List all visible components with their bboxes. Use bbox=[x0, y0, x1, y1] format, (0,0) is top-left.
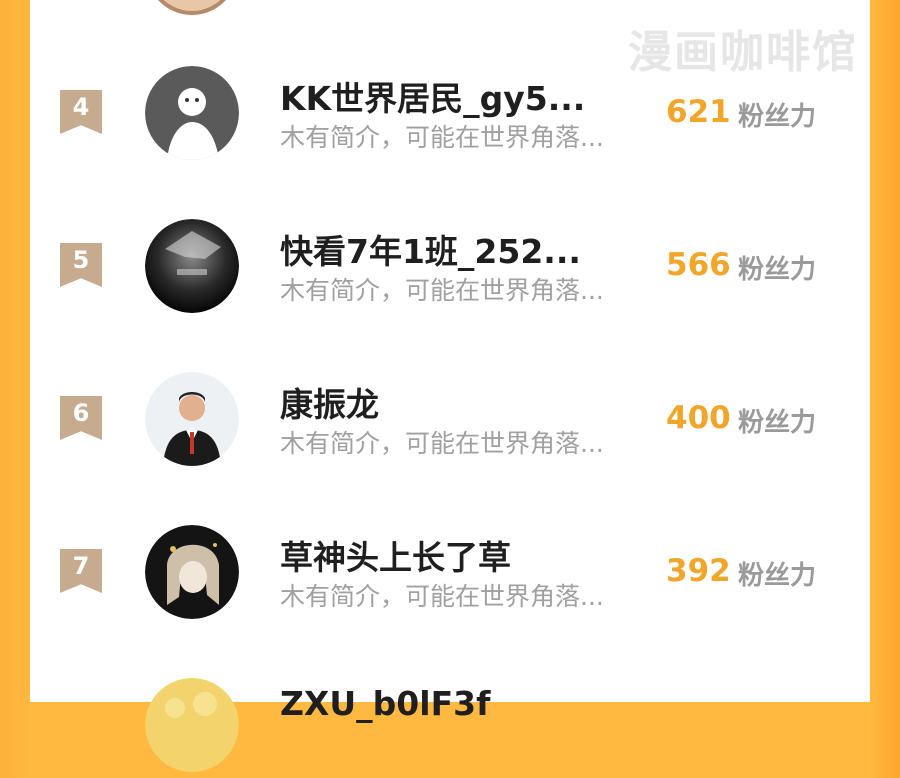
avatar[interactable] bbox=[145, 678, 239, 772]
fan-score-unit: 粉丝力 bbox=[738, 561, 817, 591]
user-name[interactable]: 草神头上长了草 bbox=[280, 531, 511, 579]
rank-badge: 7 bbox=[60, 549, 102, 593]
user-name[interactable]: 快看7年1班_252... bbox=[280, 225, 581, 273]
rank-badge: 5 bbox=[60, 243, 102, 287]
ranking-row[interactable]: 4 KK世界居民_gy5... 木有简介，可能在世界角落... 621 粉丝力 bbox=[30, 66, 870, 166]
avatar[interactable] bbox=[145, 372, 239, 466]
rank-number: 4 bbox=[72, 93, 90, 121]
rank-badge: 6 bbox=[60, 396, 102, 440]
user-bio: 木有简介，可能在世界角落... bbox=[280, 123, 604, 152]
avatar-rank-3[interactable] bbox=[145, 0, 239, 16]
user-name[interactable]: KK世界居民_gy5... bbox=[280, 72, 585, 120]
fan-score: 621 bbox=[666, 94, 731, 130]
ranking-row[interactable]: ZXU_b0lF3f bbox=[30, 678, 870, 778]
fan-score: 400 bbox=[666, 400, 731, 436]
fan-score-unit: 粉丝力 bbox=[738, 102, 817, 132]
user-bio: 木有简介，可能在世界角落... bbox=[280, 429, 604, 458]
ranking-row[interactable]: 5 快看7年1班_252... 木有简介，可能在世界角落... 566 粉丝力 bbox=[30, 219, 870, 319]
avatar[interactable] bbox=[145, 66, 239, 160]
user-bio: 木有简介，可能在世界角落... bbox=[280, 582, 604, 611]
ranking-row[interactable]: 7 草神头上长了草 木有简介，可能在世界角落... 392 粉丝力 bbox=[30, 525, 870, 625]
rank-badge: 4 bbox=[60, 90, 102, 134]
rank-number: 6 bbox=[72, 399, 90, 427]
ranking-list: 4 KK世界居民_gy5... 木有简介，可能在世界角落... 621 粉丝力 … bbox=[30, 0, 870, 772]
fan-score: 566 bbox=[666, 247, 731, 283]
rank-number: 7 bbox=[72, 552, 90, 580]
rank-number: 5 bbox=[72, 246, 90, 274]
user-bio: 木有简介，可能在世界角落... bbox=[280, 276, 604, 305]
ranking-card: 漫画咖啡馆 4 KK世界居民_gy5... 木有简介，可能在世界角落... 62… bbox=[30, 0, 870, 772]
fan-score: 392 bbox=[666, 553, 731, 589]
user-name[interactable]: 康振龙 bbox=[280, 378, 379, 426]
avatar[interactable] bbox=[145, 219, 239, 313]
fan-score-unit: 粉丝力 bbox=[738, 408, 817, 438]
fan-score-unit: 粉丝力 bbox=[738, 255, 817, 285]
ranking-row[interactable]: 6 康振龙 木有简介，可能在世界角落... 400 粉丝力 bbox=[30, 372, 870, 472]
user-name[interactable]: ZXU_b0lF3f bbox=[280, 684, 490, 723]
avatar[interactable] bbox=[145, 525, 239, 619]
